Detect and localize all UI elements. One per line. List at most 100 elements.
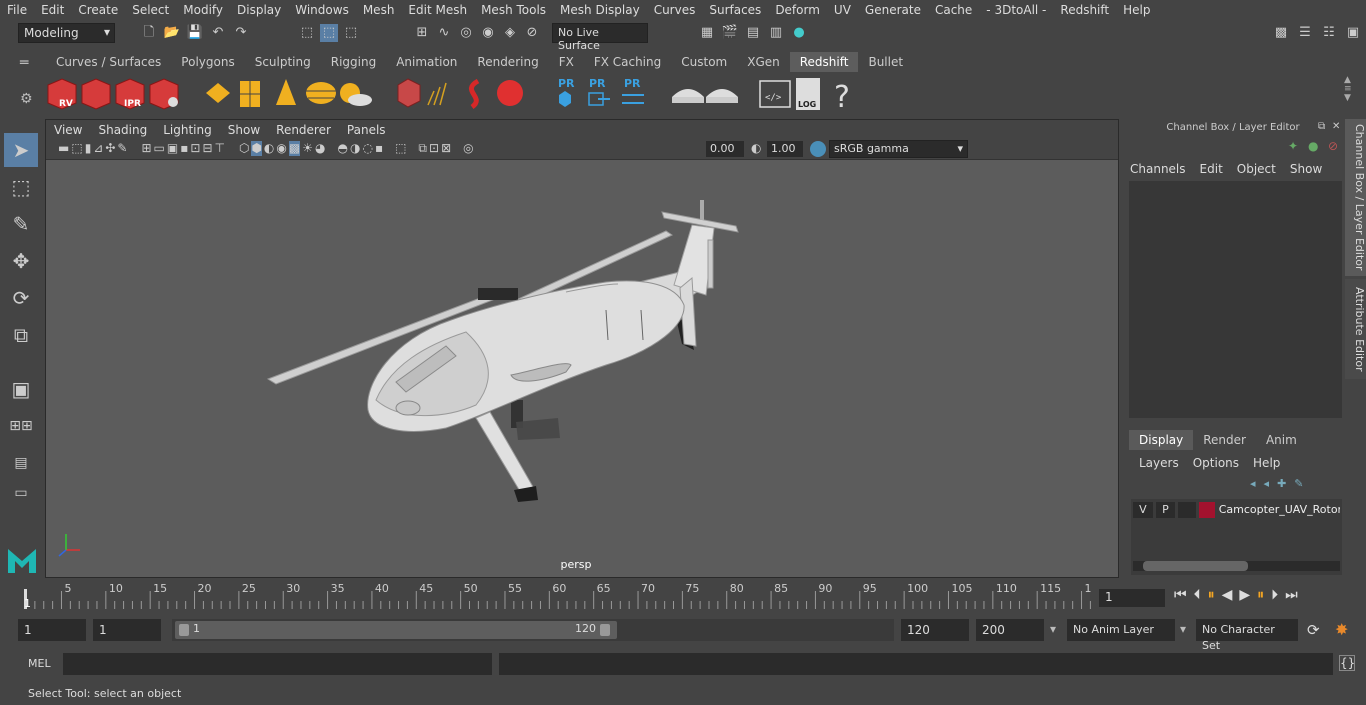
go-to-end-icon[interactable]: ⏭	[1285, 587, 1298, 603]
layer-display-type[interactable]	[1178, 501, 1196, 518]
save-scene-icon[interactable]: 💾	[186, 24, 204, 42]
redshift-log-icon[interactable]: LOG	[796, 78, 820, 110]
layer-scrollbar[interactable]	[1133, 561, 1340, 571]
layer-name[interactable]: Camcopter_UAV_Rotor	[1219, 503, 1340, 516]
layer-menu-layers[interactable]: Layers	[1139, 456, 1179, 470]
shelf-tab-curves-surfaces[interactable]: Curves / Surfaces	[46, 52, 171, 72]
isolate-select-icon[interactable]: ⬚	[395, 141, 406, 156]
two-view-layout-icon[interactable]: ▤	[4, 446, 38, 480]
new-layer-selected-icon[interactable]: ✎	[1294, 477, 1303, 490]
redshift-pr-object-icon[interactable]: PR	[558, 77, 575, 107]
layer-menu-options[interactable]: Options	[1193, 456, 1239, 470]
viewport-menu-show[interactable]: Show	[220, 123, 268, 137]
xray-components-icon[interactable]: ⊠	[441, 141, 451, 156]
menu-create[interactable]: Create	[71, 3, 125, 17]
help-icon[interactable]: ?	[834, 80, 850, 115]
resolution-gate-icon[interactable]: ▣	[167, 141, 178, 156]
redshift-rv-icon[interactable]: RV	[47, 78, 77, 110]
live-surface-field[interactable]: No Live Surface	[552, 23, 648, 52]
helicopter-model[interactable]	[46, 160, 1118, 578]
shelf-tab-polygons[interactable]: Polygons	[171, 52, 244, 72]
preferences-runner-icon[interactable]: ✸	[1335, 620, 1348, 639]
shelf-settings-gear-icon[interactable]: ⚙	[20, 91, 33, 107]
menu-file[interactable]: File	[0, 3, 34, 17]
step-forward-frame-icon[interactable]: ⏸	[1257, 587, 1264, 603]
character-set-field[interactable]: No Character Set	[1196, 619, 1298, 652]
render-settings-icon[interactable]: ▥	[767, 24, 785, 42]
layer-tab-display[interactable]: Display	[1129, 430, 1194, 450]
menu-display[interactable]: Display	[230, 3, 288, 17]
shelf-tab-xgen[interactable]: XGen	[737, 52, 790, 72]
redshift-dome-light-icon[interactable]	[340, 83, 372, 106]
viewport-menu-panels[interactable]: Panels	[339, 123, 394, 137]
layer-tab-render[interactable]: Render	[1193, 430, 1256, 450]
motion-blur-icon[interactable]: ◑	[350, 141, 360, 156]
shelf-tab-rigging[interactable]: Rigging	[321, 52, 386, 72]
menu-mesh-tools[interactable]: Mesh Tools	[474, 3, 553, 17]
layer-scrollbar-thumb[interactable]	[1143, 561, 1248, 571]
redshift-render-sequence-icon[interactable]	[81, 78, 111, 110]
move-layer-down-icon[interactable]: ◂	[1264, 477, 1270, 490]
xray-icon[interactable]: ⧉	[418, 141, 427, 156]
layer-visibility-toggle[interactable]: V	[1133, 501, 1153, 518]
antialiasing-icon[interactable]: ◌	[362, 141, 372, 156]
outliner-layout-icon[interactable]: ▭	[4, 483, 38, 503]
xray-joints-icon[interactable]: ⊡	[429, 141, 439, 156]
redo-icon[interactable]: ↷	[232, 24, 250, 42]
range-slider[interactable]: 1 120	[172, 619, 894, 641]
play-backwards-icon[interactable]: ◀	[1222, 587, 1233, 603]
color-space-dropdown[interactable]: sRGB gamma ▾	[829, 140, 968, 158]
redshift-spot-light-icon[interactable]	[276, 79, 296, 105]
anim-layer-field[interactable]: No Anim Layer	[1067, 619, 1175, 641]
redshift-ipr-icon[interactable]: IPR	[115, 78, 145, 110]
textured-icon[interactable]: ▩	[288, 141, 301, 156]
menu-help[interactable]: Help	[1116, 3, 1157, 17]
shelf-tab-bullet[interactable]: Bullet	[858, 52, 913, 72]
select-by-object-icon[interactable]: ⬚	[320, 24, 338, 42]
select-tool-icon[interactable]: ➤	[4, 133, 38, 167]
shelf-menu-icon[interactable]: ═	[20, 55, 28, 71]
shelf-tab-custom[interactable]: Custom	[671, 52, 737, 72]
menu-surfaces[interactable]: Surfaces	[702, 3, 768, 17]
redshift-pr-export-icon[interactable]: PR	[588, 77, 610, 106]
exposure-icon[interactable]: ◎	[463, 141, 473, 156]
gamma-icon[interactable]: ◐	[751, 141, 761, 155]
menu-3dtoall[interactable]: - 3DtoAll -	[979, 3, 1053, 17]
menu-generate[interactable]: Generate	[858, 3, 928, 17]
playback-end-field[interactable]: 120	[901, 619, 969, 641]
range-slider-start-handle[interactable]	[179, 624, 189, 636]
render-frame-icon[interactable]: 🎬	[721, 24, 739, 42]
modeling-toolkit-icon[interactable]: ▩	[1272, 24, 1290, 42]
gate-mask-icon[interactable]: ▪	[180, 141, 188, 156]
snap-point-icon[interactable]: ◎	[457, 24, 475, 42]
shelf-tab-sculpting[interactable]: Sculpting	[245, 52, 321, 72]
channel-box-side-tab[interactable]: Channel Box / Layer Editor	[1345, 119, 1366, 276]
default-material-icon[interactable]: ◐	[264, 141, 274, 156]
channel-box-menu-show[interactable]: Show	[1290, 162, 1322, 176]
grease-pencil-icon[interactable]: ✎	[117, 141, 127, 156]
channel-box-icon[interactable]: ▣	[1344, 24, 1362, 42]
move-tool-icon[interactable]: ✥	[4, 244, 38, 278]
attribute-editor-side-tab[interactable]: Attribute Editor	[1345, 279, 1366, 379]
redshift-hair-icon[interactable]	[469, 78, 480, 110]
smooth-shade-icon[interactable]: ⬢	[251, 141, 262, 156]
step-back-key-icon[interactable]: ⏴	[1194, 587, 1201, 603]
film-gate-icon[interactable]: ▭	[154, 141, 165, 156]
paint-select-icon[interactable]: ✎	[4, 207, 38, 241]
use-all-lights-icon[interactable]: ☀	[302, 141, 313, 156]
shelf-tab-rendering[interactable]: Rendering	[467, 52, 548, 72]
wireframe-icon[interactable]: ⬡	[239, 141, 249, 156]
lasso-tool-icon[interactable]: ⬚	[4, 170, 38, 204]
safe-action-icon[interactable]: ⊟	[202, 141, 212, 156]
menu-deform[interactable]: Deform	[768, 3, 827, 17]
go-to-start-icon[interactable]: ⏮	[1174, 587, 1187, 603]
redshift-script-icon[interactable]: </>	[759, 80, 791, 108]
field-chart-icon[interactable]: ⊡	[190, 141, 200, 156]
layer-menu-help[interactable]: Help	[1253, 456, 1280, 470]
select-by-component-icon[interactable]: ⬚	[342, 24, 360, 42]
snap-curve-icon[interactable]: ∿	[435, 24, 453, 42]
viewport-menu-lighting[interactable]: Lighting	[155, 123, 220, 137]
viewport-menu-view[interactable]: View	[46, 123, 90, 137]
channel-list[interactable]	[1129, 181, 1342, 418]
chevron-down-icon[interactable]: ▾	[1180, 622, 1186, 636]
